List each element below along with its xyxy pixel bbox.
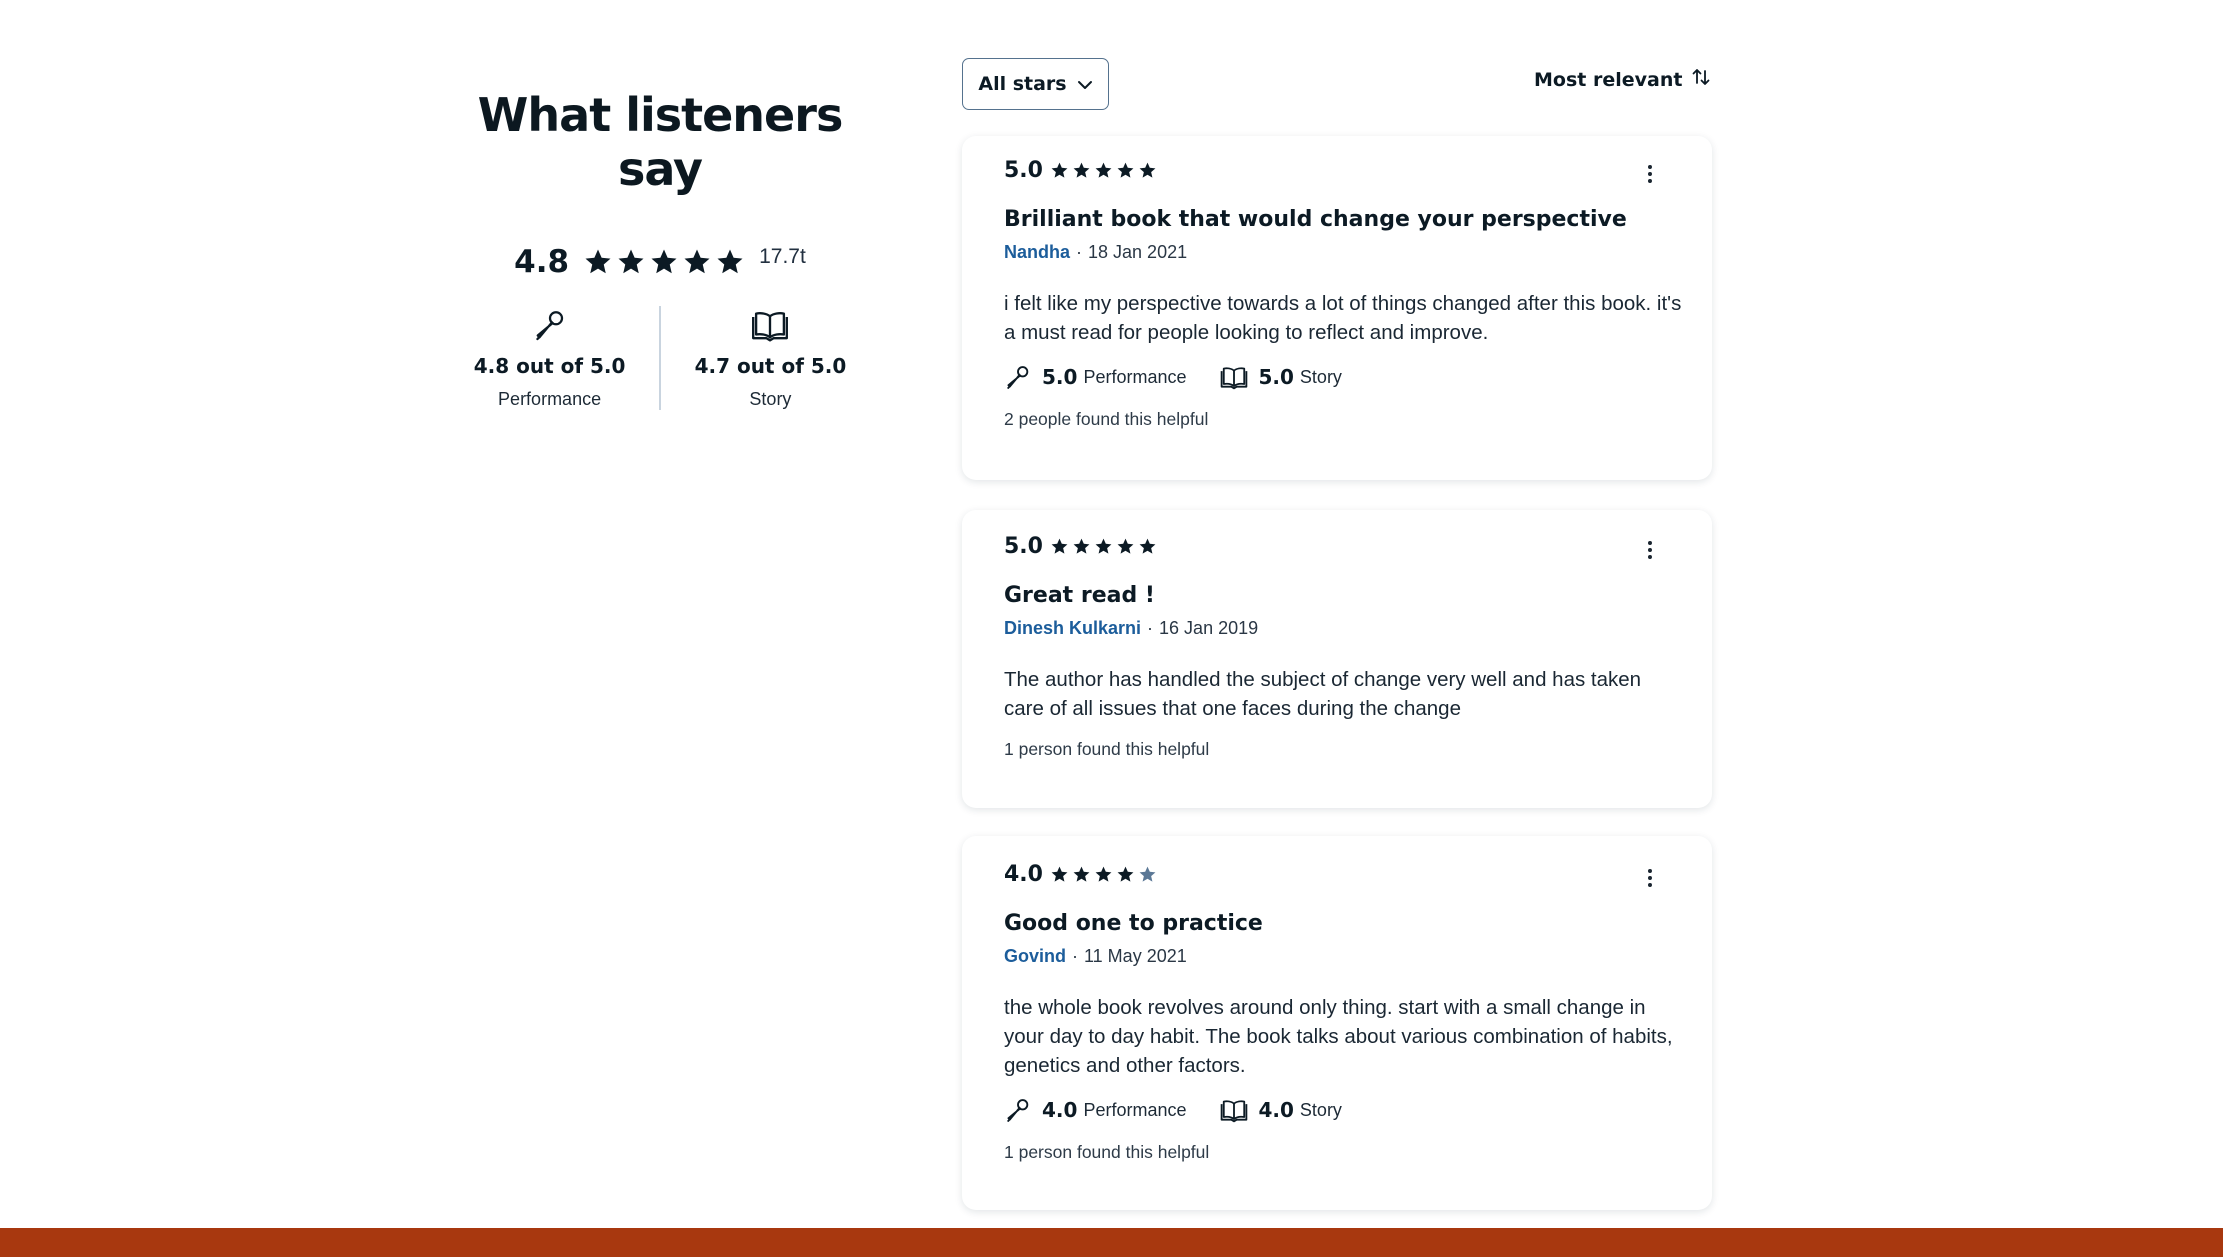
review-header: 5.0 <box>1004 158 1670 183</box>
review-body: i felt like my perspective towards a lot… <box>1004 292 1682 344</box>
star-icon <box>583 247 613 277</box>
review-date: 18 Jan 2021 <box>1088 242 1188 262</box>
story-label: Story <box>1299 1099 1342 1120</box>
book-icon <box>751 306 789 344</box>
ratings-summary: What listeners say 4.8 17.7t 4.8 out of … <box>440 88 880 410</box>
review-date: 11 May 2021 <box>1084 946 1187 966</box>
review-body: The author has handled the subject of ch… <box>1004 668 1642 720</box>
section-title: What listeners say <box>477 88 844 196</box>
review-menu-button[interactable] <box>1638 866 1662 890</box>
performance-score: 4.8 out of 5.0 Performance <box>440 306 659 410</box>
book-icon <box>1220 1097 1248 1123</box>
performance-label: Performance <box>1083 366 1187 387</box>
story-value: 5.0 <box>1258 365 1294 389</box>
review-author[interactable]: Dinesh Kulkarni <box>1004 618 1141 639</box>
review-header: 4.0 <box>1004 862 1670 887</box>
meta-separator: · <box>1076 242 1083 262</box>
review-star-rating <box>1050 161 1157 180</box>
review-card: 4.0 Good one to practice Govind · 11 May… <box>962 836 1712 1210</box>
star-icon <box>1138 537 1157 556</box>
review-author[interactable]: Govind <box>1004 946 1066 967</box>
star-icon <box>715 247 745 277</box>
review-header: 5.0 <box>1004 534 1670 559</box>
sort-arrows-icon <box>1690 66 1712 93</box>
performance-score-label: Performance <box>498 389 602 409</box>
review-star-rating <box>1050 537 1157 556</box>
review-meta: Dinesh Kulkarni · 16 Jan 2019 <box>1004 618 1670 639</box>
review-story-score: 4.0 Story <box>1220 1097 1342 1123</box>
helpful-count: 1 person found this helpful <box>1004 739 1210 759</box>
sort-label: Most relevant <box>1534 68 1683 91</box>
star-icon <box>1116 865 1135 884</box>
star-icon <box>1050 537 1069 556</box>
star-icon <box>1138 865 1157 884</box>
footer-band <box>0 1228 2223 1257</box>
star-icon <box>1072 537 1091 556</box>
star-icon <box>1050 865 1069 884</box>
review-rating-value: 4.0 <box>1004 862 1043 887</box>
review-performance-score: 4.0 Performance <box>1004 1096 1186 1124</box>
review-title: Brilliant book that would change your pe… <box>1004 207 1627 232</box>
review-performance-score: 5.0 Performance <box>1004 363 1186 391</box>
chevron-down-icon <box>1077 73 1093 95</box>
review-rating-value: 5.0 <box>1004 534 1043 559</box>
star-icon <box>1050 161 1069 180</box>
review-card: 5.0 Brilliant book that would change you… <box>962 136 1712 480</box>
review-date: 16 Jan 2019 <box>1159 618 1259 638</box>
performance-score-value: 4.8 out of 5.0 <box>473 354 626 378</box>
review-subscores: 4.0 Performance 4.0 Story <box>1004 1096 1670 1124</box>
star-icon <box>1116 161 1135 180</box>
kebab-menu-icon <box>1648 869 1652 873</box>
review-subscores: 5.0 Performance 5.0 Story <box>1004 363 1670 391</box>
star-icon <box>1116 537 1135 556</box>
helpful-count: 1 person found this helpful <box>1004 1142 1210 1162</box>
star-filter-dropdown[interactable]: All stars <box>962 58 1109 110</box>
star-icon <box>1094 161 1113 180</box>
microphone-icon <box>1004 1096 1032 1124</box>
review-story-score: 5.0 Story <box>1220 364 1342 390</box>
book-icon <box>1220 364 1248 390</box>
story-value: 4.0 <box>1258 1098 1294 1122</box>
story-label: Story <box>1299 366 1342 387</box>
performance-value: 4.0 <box>1042 1098 1078 1122</box>
kebab-menu-icon <box>1648 165 1652 169</box>
star-icon <box>1138 161 1157 180</box>
review-star-rating <box>1050 865 1157 884</box>
star-icon <box>649 247 679 277</box>
sort-control[interactable]: Most relevant <box>1534 66 1712 93</box>
review-title: Great read ! <box>1004 583 1155 608</box>
performance-value: 5.0 <box>1042 365 1078 389</box>
star-icon <box>1094 865 1113 884</box>
kebab-menu-icon <box>1648 541 1652 545</box>
performance-label: Performance <box>1083 1099 1187 1120</box>
review-body: the whole book revolves around only thin… <box>1004 996 1673 1077</box>
subscores: 4.8 out of 5.0 Performance 4.7 out of 5.… <box>440 306 880 410</box>
star-filter-label: All stars <box>978 73 1067 95</box>
review-meta: Govind · 11 May 2021 <box>1004 946 1670 967</box>
review-meta: Nandha · 18 Jan 2021 <box>1004 242 1670 263</box>
story-score: 4.7 out of 5.0 Story <box>661 306 880 410</box>
story-score-label: Story <box>749 389 792 409</box>
review-rating-value: 5.0 <box>1004 158 1043 183</box>
review-menu-button[interactable] <box>1638 162 1662 186</box>
overall-rating-value: 4.8 <box>514 244 570 280</box>
overall-rating: 4.8 17.7t <box>440 244 880 280</box>
review-card: 5.0 Great read ! Dinesh Kulkarni · 16 Ja… <box>962 510 1712 808</box>
star-icon <box>1072 161 1091 180</box>
star-icon <box>1094 537 1113 556</box>
star-icon <box>616 247 646 277</box>
story-score-value: 4.7 out of 5.0 <box>694 354 847 378</box>
helpful-count: 2 people found this helpful <box>1004 409 1209 429</box>
review-title: Good one to practice <box>1004 911 1263 936</box>
review-author[interactable]: Nandha <box>1004 242 1070 263</box>
star-icon <box>682 247 712 277</box>
ratings-count: 17.7t <box>759 245 806 268</box>
review-menu-button[interactable] <box>1638 538 1662 562</box>
microphone-icon <box>1004 363 1032 391</box>
overall-star-rating <box>583 247 745 277</box>
meta-separator: · <box>1147 618 1154 638</box>
microphone-icon <box>532 306 568 344</box>
meta-separator: · <box>1072 946 1078 966</box>
star-icon <box>1072 865 1091 884</box>
